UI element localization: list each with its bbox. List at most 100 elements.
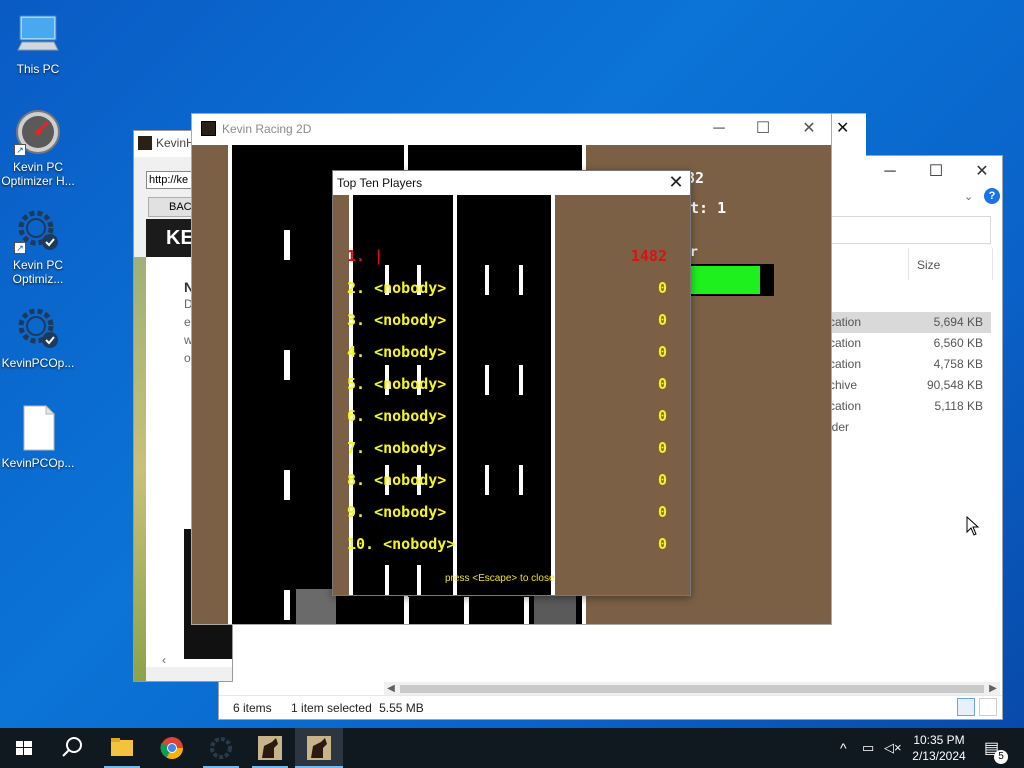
player-name: 3. <nobody> <box>347 311 447 329</box>
player-score: 1482 <box>630 247 667 265</box>
close-icon[interactable]: ✕ <box>836 118 849 138</box>
dialog-canvas: 1. | 1482 2. <nobody> 0 3. <nobody> 0 4. <n… <box>333 195 690 595</box>
selection-size: 5.55 MB <box>379 701 424 715</box>
player-name: 4. <nobody> <box>347 343 447 361</box>
gear-check-icon: ↗ <box>14 206 62 254</box>
minimize-button[interactable]: ─ <box>867 158 913 186</box>
file-row[interactable]: cation 4,758 KB <box>829 354 991 375</box>
file-size: 5,694 KB <box>933 315 983 329</box>
window-title: Kevin Racing 2D <box>222 122 312 136</box>
desktop-icon-label: This PC <box>16 62 60 76</box>
file-row[interactable]: cation 6,560 KB <box>829 333 991 354</box>
clock-date: 2/13/2024 <box>912 749 966 763</box>
close-hint: press <Escape> to close <box>445 573 555 584</box>
desktop-icon-kevinpcop-setup[interactable]: KevinPCOp... <box>0 304 76 370</box>
desktop-icon-kevin-pc-optimizer-h[interactable]: ↗ Kevin PC Optimizer H... <box>0 108 76 188</box>
desktop-icon-label: KevinPCOp... <box>1 456 75 470</box>
close-icon[interactable]: ✕ <box>662 171 690 195</box>
score-row: 4. <nobody> 0 <box>347 343 667 363</box>
file-row[interactable]: chive 90,548 KB <box>829 375 991 396</box>
desktop-icon-kevinpcop-file[interactable]: KevinPCOp... <box>0 404 76 470</box>
scroll-left-arrow-icon[interactable]: ‹ <box>162 653 166 667</box>
fuel-gauge <box>690 264 774 296</box>
app-icon <box>201 121 216 136</box>
status-bar: 6 items 1 item selected 5.55 MB <box>219 695 1002 719</box>
score-row: 3. <nobody> 0 <box>347 311 667 331</box>
file-row[interactable]: cation 5,118 KB <box>829 396 991 417</box>
taskbar-kevin-racing[interactable] <box>295 728 343 768</box>
search-icon <box>62 737 82 757</box>
gear-icon <box>210 737 232 759</box>
scroll-left-arrow-icon[interactable]: ◀ <box>384 682 398 696</box>
lane-dash <box>524 597 529 624</box>
lane-dash <box>385 565 389 595</box>
player-car <box>296 589 336 624</box>
player-name: 7. <nobody> <box>347 439 447 457</box>
scroll-right-arrow-icon[interactable]: ▶ <box>986 682 1000 696</box>
desktop-icon-kevin-pc-optimiz[interactable]: ↗ Kevin PC Optimiz... <box>0 206 76 286</box>
taskbar-kevin-browser[interactable] <box>246 728 294 768</box>
score-row: 2. <nobody> 0 <box>347 279 667 299</box>
background-image <box>134 257 146 681</box>
desktop-icon-label: Kevin PC Optimizer H... <box>1 160 75 188</box>
this-pc-icon <box>14 10 62 58</box>
enemy-car <box>534 595 576 624</box>
player-score: 0 <box>657 439 667 457</box>
top-ten-dialog[interactable]: Top Ten Players ✕ 1. | 1482 2. <nobody> 0 … <box>332 170 691 596</box>
scrollbar-thumb[interactable] <box>400 685 984 693</box>
item-count: 6 items <box>233 701 272 715</box>
player-score: 0 <box>657 343 667 361</box>
chevron-up-icon[interactable]: ^ <box>840 740 847 756</box>
lane-dash <box>417 565 421 595</box>
close-button[interactable]: ✕ <box>786 114 832 144</box>
taskbar: ^ ▭ ◁× 10:35 PM 2/13/2024 ▤ 5 <box>0 728 1024 768</box>
column-header-size[interactable]: Size <box>911 248 993 280</box>
mouse-cursor-icon <box>966 515 980 539</box>
horizontal-scrollbar[interactable]: ◀ ▶ <box>384 682 1000 696</box>
taskbar-chrome[interactable] <box>148 728 196 768</box>
taskbar-file-explorer[interactable] <box>98 728 146 768</box>
fuel-label: r <box>690 245 698 260</box>
taskbar-kevin-optimizer[interactable] <box>197 728 245 768</box>
player-score: 0 <box>657 279 667 297</box>
file-type: cation <box>829 336 862 350</box>
score-row: 10. <nobody> 0 <box>347 535 667 555</box>
file-row[interactable]: cation 5,694 KB <box>829 312 991 333</box>
fuel-fill <box>690 266 760 294</box>
road-edge <box>228 145 232 624</box>
player-score: 0 <box>657 375 667 393</box>
file-type: cation <box>829 357 862 371</box>
player-score: 0 <box>657 471 667 489</box>
file-row[interactable]: lder <box>829 417 991 438</box>
column-header-type[interactable] <box>829 248 909 280</box>
file-type: cation <box>829 399 862 413</box>
chrome-icon <box>160 737 183 759</box>
player-name: 1. | <box>347 247 384 265</box>
maximize-button[interactable]: ☐ <box>913 158 959 186</box>
gear-check-icon <box>14 304 62 352</box>
clock[interactable]: 10:35 PM 2/13/2024 <box>904 732 974 764</box>
lane-dash <box>464 597 469 624</box>
player-name: 6. <nobody> <box>347 407 447 425</box>
minimize-button[interactable]: ─ <box>696 114 742 144</box>
search-input[interactable] <box>829 216 991 244</box>
text-fragment: o <box>184 351 191 365</box>
search-button[interactable] <box>48 728 96 768</box>
ribbon-expand-chevron-icon[interactable]: ⌄ <box>964 190 973 203</box>
desktop-icon-this-pc[interactable]: This PC <box>0 10 76 76</box>
volume-muted-icon[interactable]: ◁× <box>884 740 902 756</box>
browser-title: KevinH <box>156 136 195 150</box>
maximize-button[interactable]: ☐ <box>740 114 786 144</box>
lane-dash <box>404 597 409 624</box>
help-icon[interactable]: ? <box>984 188 1000 204</box>
file-size: 90,548 KB <box>926 378 983 392</box>
file-size: 6,560 KB <box>933 336 983 350</box>
game-titlebar[interactable]: Kevin Racing 2D ─ ☐ ✕ <box>192 114 831 144</box>
network-icon[interactable]: ▭ <box>862 740 874 756</box>
player-name: 2. <nobody> <box>347 279 447 297</box>
clock-time: 10:35 PM <box>913 733 965 747</box>
start-button[interactable] <box>0 728 48 768</box>
close-button[interactable]: ✕ <box>959 158 1005 186</box>
horse-app-icon <box>258 736 282 760</box>
score-row: 9. <nobody> 0 <box>347 503 667 523</box>
